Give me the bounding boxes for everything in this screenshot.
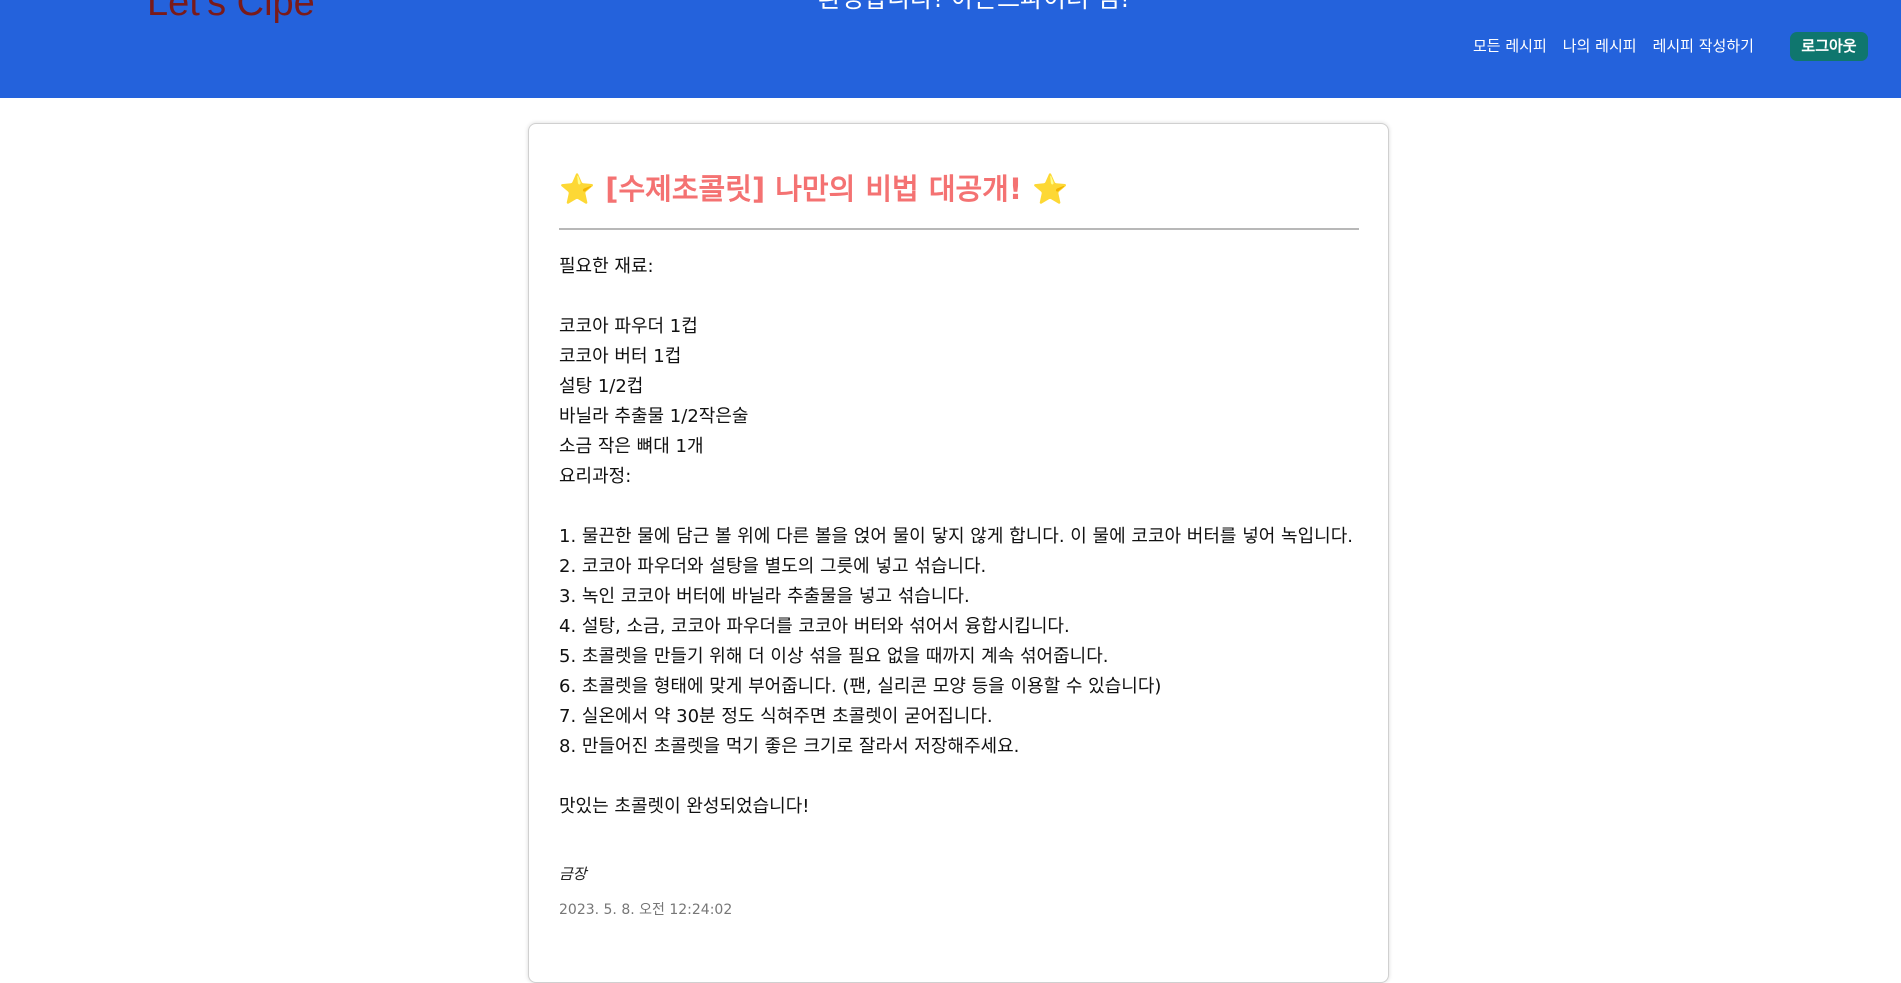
recipe-title-text: [수제초콜릿] 나만의 비법 대공개! xyxy=(605,172,1023,206)
title-divider xyxy=(559,228,1359,230)
site-logo[interactable]: Let's Cipe xyxy=(147,0,315,22)
logout-button[interactable]: 로그아웃 xyxy=(1790,32,1868,61)
post-timestamp: 2023. 5. 8. 오전 12:24:02 xyxy=(559,902,733,918)
recipe-body: 필요한 재료: 코코아 파우더 1컵 코코아 버터 1컵 설탕 1/2컵 바닐라… xyxy=(559,256,1354,817)
recipe-card: ⭐ [수제초콜릿] 나만의 비법 대공개! ⭐ 필요한 재료: 코코아 파우더 … xyxy=(528,123,1389,983)
nav-write-recipe-link[interactable]: 레시피 작성하기 xyxy=(1653,37,1754,55)
top-header: Let's Cipe 환영합니다! 아몬드파이터 님! 모든 레시피 나의 레시… xyxy=(0,0,1901,98)
star-icon-right: ⭐ xyxy=(1032,172,1069,206)
welcome-message: 환영합니다! 아몬드파이터 님! xyxy=(818,0,1130,11)
main-nav: 모든 레시피 나의 레시피 레시피 작성하기 xyxy=(1473,37,1754,55)
recipe-title: ⭐ [수제초콜릿] 나만의 비법 대공개! ⭐ xyxy=(559,172,1068,207)
nav-my-recipes-link[interactable]: 나의 레시피 xyxy=(1563,37,1637,55)
nav-all-recipes-link[interactable]: 모든 레시피 xyxy=(1473,37,1547,55)
star-icon-left: ⭐ xyxy=(559,172,596,206)
author-name: 금장 xyxy=(559,865,587,883)
